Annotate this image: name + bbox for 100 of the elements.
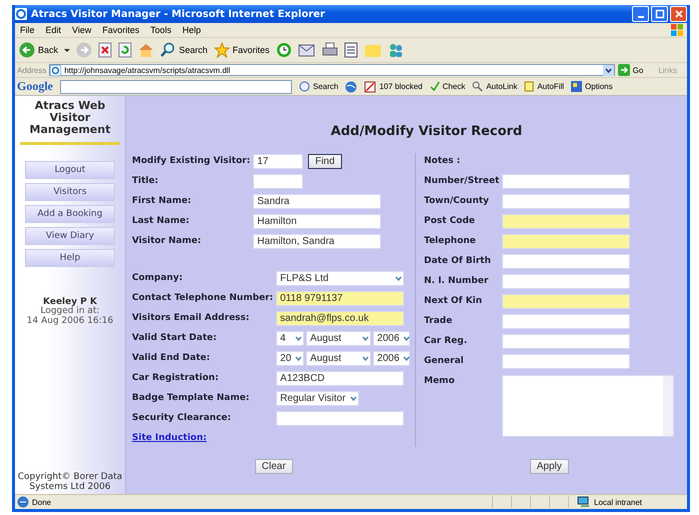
star-icon <box>214 42 230 58</box>
caret-icon <box>294 334 304 343</box>
back-button[interactable]: Back <box>19 42 58 58</box>
input-field[interactable] <box>502 254 630 269</box>
caret-icon <box>402 354 412 363</box>
input-field[interactable]: Sandra <box>253 194 382 209</box>
stop-icon[interactable] <box>98 42 112 58</box>
mail-icon[interactable] <box>298 42 316 58</box>
field-label: Last Name: <box>132 215 190 228</box>
spell-check-button[interactable]: Check <box>430 81 466 92</box>
field-label: Contact Telephone Number: <box>132 292 274 305</box>
input-field[interactable] <box>502 174 630 189</box>
input-field[interactable]: A123BCD <box>276 371 404 386</box>
input-field[interactable]: Hamilton <box>253 214 382 229</box>
field-label: Badge Template Name: <box>132 392 250 405</box>
field-label: Memo <box>424 375 456 388</box>
find-button[interactable]: Find <box>308 154 342 169</box>
input-field[interactable]: 17 <box>253 154 304 169</box>
dropdown[interactable]: 2006 <box>373 351 410 366</box>
maximize-button[interactable] <box>651 6 668 22</box>
document-icon[interactable] <box>344 42 358 58</box>
menu-item[interactable]: Tools <box>150 25 172 35</box>
options-button[interactable]: Options <box>571 81 613 92</box>
menu-item[interactable]: Help <box>182 25 201 35</box>
input-field[interactable] <box>502 294 630 309</box>
address-field[interactable]: http://johnsavage/atracsvm/scripts/atracsvm.dll <box>49 64 615 76</box>
field-label: Company: <box>132 272 184 285</box>
login-label: Logged in at: <box>39 307 100 316</box>
nav-button[interactable]: Add a Booking <box>25 205 115 224</box>
forward-icon[interactable] <box>76 42 92 58</box>
nav-button[interactable]: Help <box>25 249 115 268</box>
input-field[interactable]: 0118 9791137 <box>276 291 404 306</box>
field-label: Valid End Date: <box>132 352 211 365</box>
autofill-button[interactable]: AutoFill <box>524 81 564 92</box>
dropdown[interactable]: FLP&S Ltd <box>276 271 404 286</box>
user-name: Keeley P K <box>43 297 97 308</box>
app-title: Atracs Web Visitor Management <box>20 96 120 146</box>
input-field[interactable] <box>502 234 630 249</box>
network-icon <box>577 496 591 508</box>
input-field[interactable] <box>276 411 404 426</box>
dropdown[interactable]: 20 <box>276 351 304 366</box>
dropdown[interactable]: 4 <box>276 331 304 346</box>
search-field[interactable] <box>60 80 292 94</box>
input-field[interactable] <box>502 314 630 329</box>
nav-button[interactable]: Logout <box>25 161 115 180</box>
magnifier-icon <box>472 81 484 92</box>
printer-icon[interactable] <box>322 42 338 58</box>
input-field[interactable] <box>502 274 630 289</box>
input-field[interactable] <box>253 174 304 189</box>
minimize-button[interactable] <box>632 6 649 22</box>
menu-item[interactable]: Favorites <box>102 25 140 35</box>
field-label: Modify Existing Visitor: <box>132 155 250 168</box>
home-icon[interactable] <box>138 42 154 58</box>
apply-button[interactable]: Apply <box>530 459 569 474</box>
autolink-button[interactable]: AutoLink <box>472 81 518 92</box>
dropdown[interactable]: August <box>306 331 372 346</box>
field-label: Number/Street <box>424 175 500 188</box>
menu-item[interactable]: Edit <box>46 25 62 35</box>
field-label: Post Code <box>424 215 476 228</box>
menu-item[interactable]: File <box>20 25 35 35</box>
link[interactable]: Site Induction: <box>132 430 274 447</box>
globe-icon[interactable] <box>345 80 358 92</box>
nav-button[interactable]: Visitors <box>25 183 115 202</box>
arrow-icon <box>618 64 630 76</box>
caret-icon <box>402 334 412 343</box>
input-field[interactable] <box>502 334 630 349</box>
dropdown[interactable]: August <box>306 351 372 366</box>
caret-icon <box>394 274 404 283</box>
close-button[interactable] <box>670 6 687 22</box>
memo-field[interactable] <box>502 375 674 437</box>
go-button[interactable]: Go <box>618 64 644 76</box>
field-label: Telephone <box>424 235 477 248</box>
history-icon[interactable] <box>276 42 292 58</box>
input-field[interactable] <box>502 354 630 369</box>
input-field[interactable] <box>502 194 630 209</box>
dropdown[interactable]: Regular Visitor <box>276 391 359 406</box>
field-label: First Name: <box>132 195 192 208</box>
field-label: Car Reg. <box>424 335 468 348</box>
people-icon[interactable] <box>388 42 404 58</box>
dropdown[interactable]: 2006 <box>373 331 410 346</box>
window-title: Atracs Visitor Manager - Microsoft Internet Explorer <box>31 8 326 20</box>
field-label: Trade <box>424 315 454 328</box>
close-icon <box>674 9 684 19</box>
search-button[interactable]: Search <box>160 42 208 58</box>
google-logo[interactable]: Google <box>17 79 53 94</box>
input-field[interactable]: Hamilton, Sandra <box>253 234 382 249</box>
field-label: Town/County <box>424 195 490 208</box>
favorites-button[interactable]: Favorites <box>214 42 270 58</box>
input-field[interactable]: sandrah@flps.co.uk <box>276 311 404 326</box>
input-field[interactable] <box>502 214 630 229</box>
popup-blocker-button[interactable]: 107 blocked <box>364 80 423 92</box>
nav-button[interactable]: View Diary <box>25 227 115 246</box>
clear-button[interactable]: Clear <box>254 459 293 474</box>
caret-icon[interactable] <box>64 47 70 53</box>
caret-icon[interactable] <box>602 64 614 76</box>
menu-item[interactable]: View <box>72 25 92 35</box>
refresh-icon[interactable] <box>118 42 132 58</box>
search-button[interactable]: Search <box>299 81 338 92</box>
field-label: Notes : <box>424 155 462 168</box>
options-icon <box>571 81 582 92</box>
